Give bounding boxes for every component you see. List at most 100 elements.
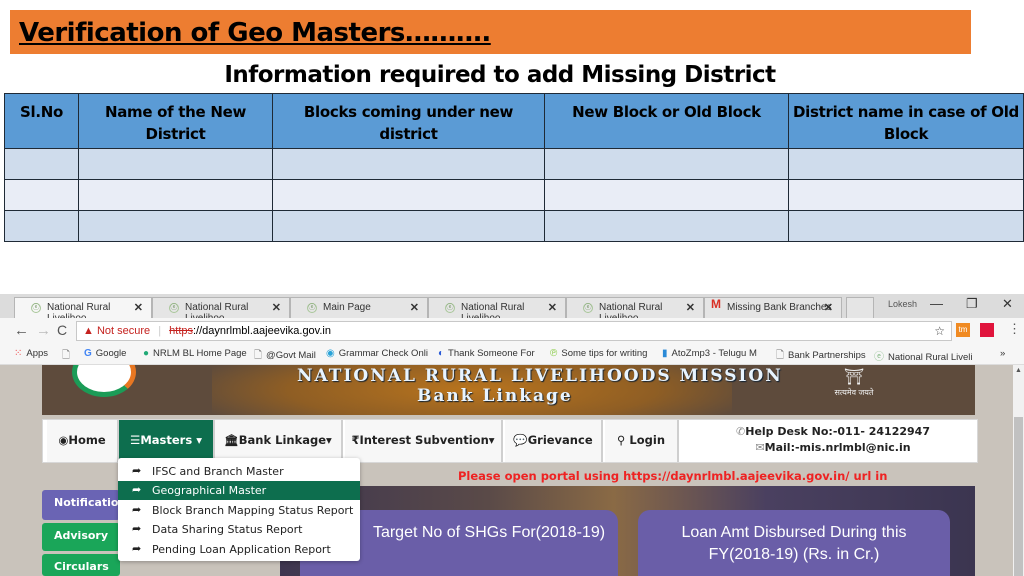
warning-icon: ▲ [83,325,94,337]
browser-tab[interactable]: ⓔ National Rural Livelihoo ✕ [566,297,704,324]
nrlm-favicon-icon: ⓔ [874,352,884,363]
menu-bank-linkage[interactable]: 🏛Bank Linkage▾ [215,420,343,462]
helpdesk-mail[interactable]: Mail:-mis.nrlmbl@nic.in [765,441,911,454]
notifications-button[interactable]: Notifications [42,490,133,520]
nrlm-favicon-icon: ⓔ [169,303,179,313]
bookmark-thank[interactable]: ◐ Thank Someone For [438,348,535,359]
bookmark-atoz[interactable]: ▮ AtoZmp3 - Telugu M [662,348,757,359]
table-cell [788,148,1024,180]
table-cell [272,179,545,211]
col-sl-no: Sl.No [4,93,79,149]
share-arrow-icon: ➦ [132,542,142,555]
nrlm-favicon-icon: ⓔ [445,303,455,313]
close-tab-icon[interactable]: ✕ [134,301,143,314]
reload-icon[interactable]: C [57,322,67,338]
bookmark-apps[interactable]: ⁙ Apps [14,348,48,359]
divider: | [158,325,162,337]
back-icon[interactable]: ← [14,322,29,339]
forward-icon[interactable]: → [36,322,51,339]
new-tab-button[interactable] [846,297,874,318]
bookmark-bank-partnerships[interactable]: 🗋 Bank Partnerships [776,348,866,365]
advisory-button[interactable]: Advisory [42,523,120,551]
circulars-button[interactable]: Circulars [42,554,120,576]
bookmark-google[interactable]: G Google [84,348,126,359]
nrlm-favicon-icon: ⓔ [307,303,317,313]
comment-icon: 💬 [513,433,528,447]
browser-tab[interactable]: ⓔ National Rural Livelihoo ✕ [152,297,290,324]
slide-title: Verification of Geo Masters………. [19,18,491,48]
bookmark-grammar[interactable]: ◉ Grammar Check Onli [326,348,428,359]
bookmark-tips[interactable]: ℗ Some tips for writing [550,348,647,359]
close-tab-icon[interactable]: ✕ [824,301,833,314]
site-subtitle: Bank Linkage [417,386,573,406]
google-icon: G [84,348,92,359]
star-icon[interactable]: ☆ [934,324,945,338]
table-cell [272,148,545,180]
apps-grid-icon: ⁙ [14,348,23,359]
table-header-row: Sl.No Name of the New District Blocks co… [4,93,1024,149]
menu-masters[interactable]: ☰Masters ▾ [119,420,215,462]
minimize-icon[interactable]: — [930,296,943,311]
table-cell [544,210,789,242]
profile-label[interactable]: Lokesh [888,299,917,309]
close-tab-icon[interactable]: ✕ [410,301,419,314]
nrlm-logo [72,365,136,397]
table-cell [78,179,273,211]
browser-tab[interactable]: M Missing Bank Branches ✕ [704,297,842,318]
menu-interest-subvention[interactable]: ₹Interest Subvention▾ [345,420,503,462]
slide-subtitle: Information required to add Missing Dist… [224,62,776,88]
extension-tm-icon[interactable]: tm [956,323,970,337]
bookmark-page[interactable]: 🗋 [62,348,74,365]
bookmarks-overflow[interactable]: » [1000,348,1005,359]
nrlm-favicon-icon: ⓔ [583,303,593,313]
scrollbar-thumb[interactable] [1014,417,1023,576]
table-row [4,179,1024,211]
col-blocks: Blocks coming under new district [272,93,545,149]
portal-notice: Please open portal using https://daynrlm… [458,469,888,483]
bookmark-govt-mail[interactable]: 🗋 @Govt Mail [254,348,316,365]
window-close-icon[interactable]: ✕ [1002,296,1013,312]
menu-login[interactable]: ⚲ Login [605,420,679,462]
bookmark-nrlm[interactable]: ● NRLM BL Home Page [143,348,247,359]
menu-kebab-icon[interactable]: ⋮ [1008,321,1021,337]
table-cell [272,210,545,242]
page-scrollbar[interactable]: ▲ [1013,365,1024,576]
dropdown-item-geographical[interactable]: ➦ Geographical Master [118,481,360,500]
restore-icon[interactable]: ❐ [966,296,978,312]
address-bar[interactable]: ▲ Not secure | https://daynrlmbl.aajeevi… [76,321,952,341]
tips-icon: ℗ [550,348,558,359]
table-cell [544,179,789,211]
loan-disbursed-card: Loan Amt Disbursed During this FY(2018-1… [638,510,950,576]
nrlm-icon: ● [143,348,150,359]
share-arrow-icon: ➦ [132,483,142,496]
menu-home[interactable]: ◉Home [47,420,119,462]
table-cell [4,148,79,180]
emblem-icon: ⛩ सत्यमेव जयते [834,369,874,397]
browser-tab[interactable]: ⓔ National Rural Livelihoo ✕ [14,297,152,324]
menu-grievance[interactable]: 💬Grievance [505,420,603,462]
dropdown-item-data-sharing[interactable]: ➦ Data Sharing Status Report [118,520,360,539]
extension-red-icon[interactable] [980,323,994,337]
dropdown-item-ifsc[interactable]: ➦ IFSC and Branch Master [118,462,360,481]
caret-down-icon: ▾ [488,433,495,447]
dropdown-item-block-branch[interactable]: ➦ Block Branch Mapping Status Report [118,501,360,520]
close-tab-icon[interactable]: ✕ [548,301,557,314]
web-page: NATIONAL RURAL LIVELIHOODS MISSION Bank … [0,365,1024,576]
scroll-up-icon[interactable]: ▲ [1015,367,1022,374]
phone-icon: ✆ [736,425,746,438]
close-tab-icon[interactable]: ✕ [272,301,281,314]
table-cell [788,210,1024,242]
share-arrow-icon: ➦ [132,522,142,535]
browser-tab[interactable]: ⓔ Main Page ✕ [290,297,428,318]
browser-tab[interactable]: ⓔ National Rural Livelihoo ✕ [428,297,566,324]
security-label[interactable]: Not secure [97,325,150,337]
share-arrow-icon: ➦ [132,503,142,516]
col-new-district-name: Name of the New District [78,93,273,149]
col-old-district-name: District name in case of Old Block [788,93,1024,149]
bookmark-nrlm-2[interactable]: ⓔ National Rural Liveli [874,348,972,363]
key-icon: ⚲ [616,433,626,447]
close-tab-icon[interactable]: ✕ [686,301,695,314]
site-header: NATIONAL RURAL LIVELIHOODS MISSION Bank … [42,365,975,415]
caret-down-icon: ▾ [196,433,202,447]
dropdown-item-pending-loan[interactable]: ➦ Pending Loan Application Report [118,540,360,559]
